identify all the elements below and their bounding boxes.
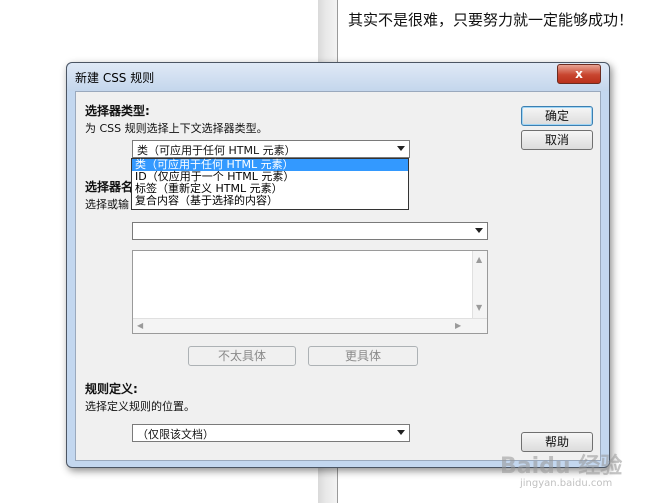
rule-definition-description: 选择定义规则的位置。 [85,400,195,413]
close-button[interactable]: x [557,64,601,84]
vertical-scrollbar[interactable]: ▲ ▼ [472,251,487,319]
rule-definition-value: （仅限该文档） [137,428,214,441]
selector-name-heading: 选择器名 [85,180,134,194]
less-specific-button[interactable]: 不太具体 [188,346,296,366]
close-icon: x [575,67,583,81]
rule-definition-heading: 规则定义: [85,382,138,396]
watermark-url: jingyan.baidu.com [520,478,613,489]
chevron-down-icon [397,146,405,151]
selector-type-heading: 选择器类型: [85,104,150,118]
selector-description-box[interactable]: ▲ ▼ ◀ ▶ [132,250,488,334]
more-specific-button[interactable]: 更具体 [308,346,418,366]
selector-name-description: 选择或输 [85,198,129,211]
selector-type-select[interactable]: 类（可应用于任何 HTML 元素） [132,140,410,158]
selector-type-value: 类（可应用于任何 HTML 元素） [137,144,296,157]
horizontal-scrollbar[interactable]: ◀ ▶ [133,318,487,333]
title-bar[interactable]: 新建 CSS 规则 x [67,63,609,91]
dialog-body: 选择器类型: 为 CSS 规则选择上下文选择器类型。 类（可应用于任何 HTML… [75,91,601,461]
selector-type-description: 为 CSS 规则选择上下文选择器类型。 [85,122,268,135]
scroll-left-icon[interactable]: ◀ [137,321,143,330]
dialog-title: 新建 CSS 规则 [75,71,155,85]
selector-name-combo[interactable] [132,222,488,240]
scroll-up-icon[interactable]: ▲ [476,255,482,264]
dropdown-option-compound[interactable]: 复合内容（基于选择的内容） [132,195,408,207]
document-text: 其实不是很难，只要努力就一定能够成功！ [348,11,634,29]
new-css-rule-dialog: 新建 CSS 规则 x 选择器类型: 为 CSS 规则选择上下文选择器类型。 类… [66,62,610,468]
chevron-down-icon [397,430,405,435]
chevron-down-icon[interactable] [475,228,483,233]
selector-type-dropdown: 类（可应用于任何 HTML 元素） ID（仅应用于一个 HTML 元素） 标签（… [131,158,409,210]
cancel-button[interactable]: 取消 [521,130,593,150]
rule-definition-select[interactable]: （仅限该文档） [132,424,410,442]
scroll-down-icon[interactable]: ▼ [476,303,482,312]
baidu-watermark: Baidu 经验 [500,454,623,479]
ok-button[interactable]: 确定 [521,106,593,126]
scroll-right-icon[interactable]: ▶ [455,321,461,330]
